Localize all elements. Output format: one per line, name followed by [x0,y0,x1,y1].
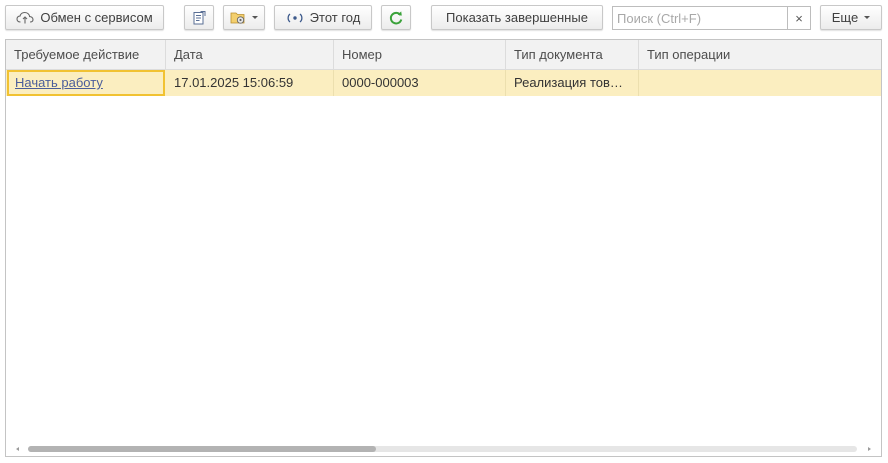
scroll-right-icon[interactable] [868,447,871,451]
scroll-left-icon[interactable] [16,447,19,451]
settings-dropdown-button[interactable] [223,5,265,30]
search-input[interactable] [613,7,789,29]
exchange-with-service-button[interactable]: Обмен с сервисом [5,5,164,30]
refresh-icon [388,10,404,26]
column-header-date[interactable]: Дата [166,40,334,69]
cloud-sync-icon [16,11,34,25]
column-header-number[interactable]: Номер [334,40,506,69]
chevron-down-icon [864,16,871,19]
clear-search-icon[interactable]: × [787,7,810,29]
horizontal-scrollbar[interactable] [6,442,881,456]
period-label: Этот год [309,10,361,25]
chevron-down-icon [252,16,258,19]
report-icon [191,10,207,26]
date-cell[interactable]: 17.01.2025 15:06:59 [166,70,334,96]
table-row[interactable]: Начать работу 17.01.2025 15:06:59 0000-0… [6,70,881,96]
search-field[interactable]: × [612,6,811,30]
toolbar: Обмен с сервисом Этот год Показать завер… [0,0,888,37]
folder-gear-icon [230,10,246,25]
column-header-document-type[interactable]: Тип документа [506,40,639,69]
more-button[interactable]: Еще [820,5,882,30]
show-completed-label: Показать завершенные [446,10,588,25]
scrollbar-track[interactable] [28,446,857,452]
more-label: Еще [831,10,859,25]
period-signal-icon [286,12,304,24]
start-work-link[interactable]: Начать работу [15,75,103,90]
number-cell[interactable]: 0000-000003 [334,70,506,96]
scrollbar-thumb[interactable] [28,446,377,452]
exchange-with-service-label: Обмен с сервисом [40,10,153,25]
documents-table[interactable]: Требуемое действие Дата Номер Тип докуме… [5,39,882,457]
table-header: Требуемое действие Дата Номер Тип докуме… [6,40,881,70]
document-type-cell[interactable]: Реализация тов… [506,70,639,96]
period-button[interactable]: Этот год [274,5,372,30]
column-header-required-action[interactable]: Требуемое действие [6,40,166,69]
operation-type-cell[interactable] [639,70,881,96]
column-header-operation-type[interactable]: Тип операции [639,40,881,69]
show-completed-button[interactable]: Показать завершенные [431,5,603,30]
refresh-button[interactable] [381,5,411,30]
required-action-cell[interactable]: Начать работу [7,70,165,96]
report-button[interactable] [184,5,214,30]
